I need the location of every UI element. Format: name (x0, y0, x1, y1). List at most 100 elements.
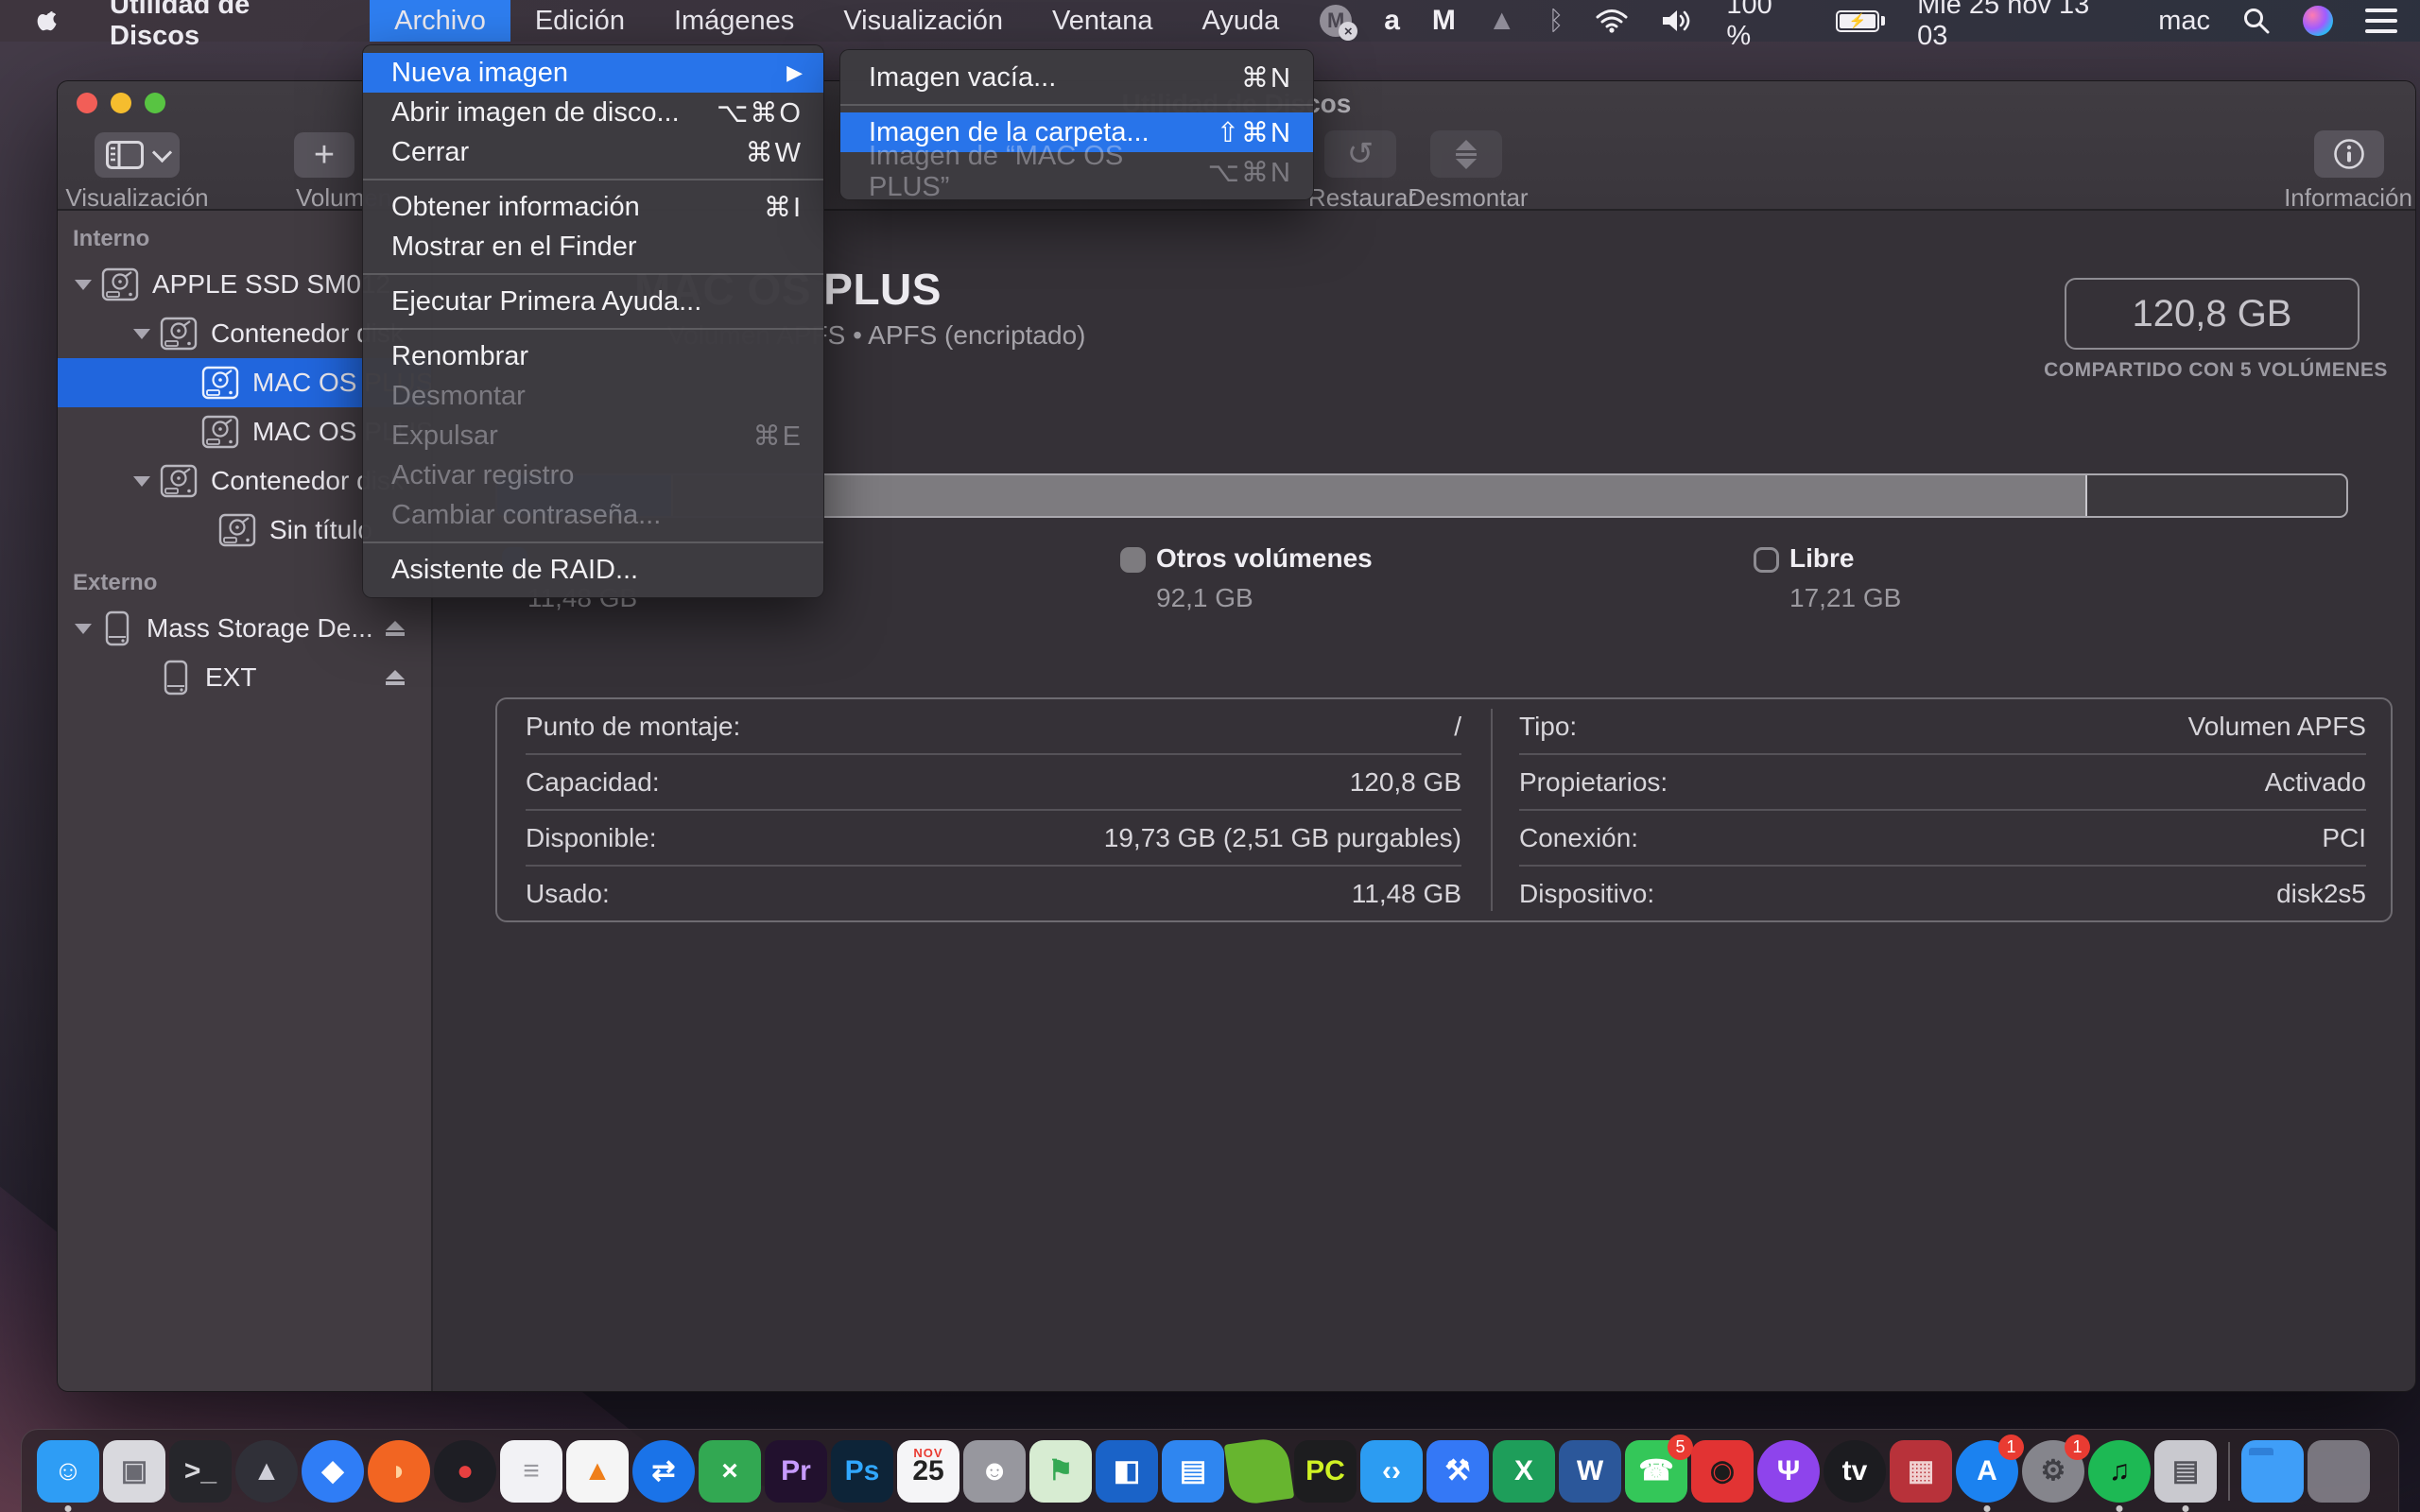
unmount-button[interactable] (1430, 130, 1502, 178)
archivo-item-mostrar-en-el-finder[interactable]: Mostrar en el Finder (363, 227, 823, 266)
archivo-item-asistente-de-raid[interactable]: Asistente de RAID... (363, 550, 823, 590)
opera-dark-icon[interactable]: ● (434, 1440, 496, 1503)
mountain-app-status-icon[interactable]: ▲ (1472, 0, 1532, 42)
archivo-item-nueva-imagen[interactable]: Nueva imagen▶ (363, 53, 823, 93)
close-window-button[interactable] (77, 93, 97, 113)
notes-icon[interactable]: ≡ (500, 1440, 562, 1503)
info-button[interactable] (2314, 130, 2384, 178)
legend-label: Otros volúmenes (1156, 543, 1373, 574)
archivo-item-abrir-imagen-de-disco[interactable]: Abrir imagen de disco...⌥⌘O (363, 93, 823, 132)
vinyl-record-app-icon[interactable]: ◉ (1691, 1440, 1754, 1503)
internal-disk-icon (101, 267, 139, 301)
maps-icon[interactable]: ⚑ (1029, 1440, 1092, 1503)
virtualbox-icon[interactable]: ◧ (1096, 1440, 1158, 1503)
notification-center[interactable] (2349, 0, 2420, 42)
minimize-window-button[interactable] (111, 93, 131, 113)
sidebar-item-mass-storage-de[interactable]: Mass Storage De... (58, 604, 431, 653)
preview-photo-icon[interactable]: ▣ (103, 1440, 165, 1503)
apple-tv-icon[interactable]: tv (1824, 1440, 1886, 1503)
menu-bar-app-name[interactable]: Utilidad de Discos (85, 0, 370, 42)
vscode-icon[interactable]: ‹› (1360, 1440, 1423, 1503)
eject-icon[interactable] (386, 621, 405, 636)
notification-badge: 1 (2065, 1435, 2090, 1460)
disclosure-triangle-icon[interactable] (75, 280, 92, 290)
calendar-icon[interactable]: 25NOV (897, 1440, 959, 1503)
sidebar-item-label: Mass Storage De... (147, 613, 373, 644)
internal-disk-icon (218, 513, 256, 547)
safari-icon[interactable]: ◆ (302, 1440, 364, 1503)
photoshop-icon[interactable]: Ps (831, 1440, 893, 1503)
menubar-menu-visualizacion[interactable]: Visualización (819, 0, 1028, 42)
search-status[interactable] (2226, 0, 2287, 42)
contacts-icon[interactable]: ☻ (963, 1440, 1026, 1503)
bluetooth-status[interactable]: ᛒ (1532, 0, 1581, 42)
zoom-window-button[interactable] (145, 93, 165, 113)
green-x-app-icon[interactable]: × (699, 1440, 761, 1503)
notification-badge: 5 (1668, 1435, 1693, 1460)
disk-drill-icon[interactable]: ▤ (2154, 1440, 2217, 1503)
user-menu[interactable]: mac (2142, 0, 2226, 42)
app-store-icon[interactable]: A1 (1956, 1440, 2018, 1503)
archivo-item-renombrar[interactable]: Renombrar (363, 336, 823, 376)
vlc-icon[interactable]: ▲ (566, 1440, 629, 1503)
excel-icon[interactable]: X (1493, 1440, 1555, 1503)
battery-percent-label[interactable]: 100 % (1710, 0, 1820, 42)
menubar-menu-archivo[interactable]: Archivo (370, 0, 510, 42)
menubar-menu-ventana[interactable]: Ventana (1028, 0, 1177, 42)
internal-disk-icon (160, 464, 198, 498)
details-row: Tipo:Volumen APFS (1519, 699, 2366, 755)
nueva-imagen-item-imagen-vacia[interactable]: Imagen vacía...⌘N (840, 58, 1313, 97)
shortcut-label: ⌘E (753, 420, 803, 453)
battery-status[interactable]: ⚡ (1820, 0, 1901, 42)
sidebar-layout-icon (106, 141, 144, 169)
system-preferences-icon[interactable]: ⚙1 (2022, 1440, 2084, 1503)
terminal-icon[interactable]: >_ (169, 1440, 232, 1503)
disclosure-triangle-icon[interactable] (75, 624, 92, 634)
archivo-item-cerrar[interactable]: Cerrar⌘W (363, 132, 823, 172)
podcasts-icon[interactable]: Ψ (1757, 1440, 1820, 1503)
apple-menu[interactable] (0, 0, 85, 42)
launchpad-rocket-icon[interactable]: ▲ (235, 1440, 298, 1503)
archivo-item-obtener-informacion[interactable]: Obtener información⌘I (363, 187, 823, 227)
archivo-dropdown-menu: Nueva imagen▶Abrir imagen de disco...⌥⌘O… (362, 44, 824, 598)
xcode-icon[interactable]: ⚒ (1426, 1440, 1489, 1503)
facetime-icon[interactable]: ☎5 (1625, 1440, 1687, 1503)
spotify-icon[interactable]: ♫ (2088, 1440, 2151, 1503)
disclosure-triangle-icon[interactable] (133, 329, 150, 339)
leaf-app-icon[interactable] (1224, 1435, 1295, 1506)
usage-segment-otros-volumenes (673, 475, 2087, 516)
premiere-pro-icon[interactable]: Pr (765, 1440, 827, 1503)
mountain-icon: ▲ (1488, 5, 1516, 37)
menubar-menu-ayuda[interactable]: Ayuda (1178, 0, 1305, 42)
volume-status[interactable] (1644, 0, 1710, 42)
menubar-menu-edicion[interactable]: Edición (510, 0, 649, 42)
word-icon[interactable]: W (1559, 1440, 1621, 1503)
teamviewer-icon[interactable]: ⇄ (632, 1440, 695, 1503)
malwarebytes-status-icon[interactable]: M (1416, 0, 1472, 42)
details-label: Disponible: (526, 823, 657, 853)
restore-button[interactable]: ↺ (1324, 130, 1396, 178)
add-volume-button[interactable]: + (294, 132, 354, 178)
siri-status[interactable] (2287, 0, 2349, 42)
details-label: Propietarios: (1519, 767, 1668, 798)
menubar-menu-imagenes[interactable]: Imágenes (649, 0, 819, 42)
eject-icon[interactable] (386, 670, 405, 685)
trash-icon[interactable] (2308, 1440, 2370, 1503)
sidebar-item-ext[interactable]: EXT (58, 653, 431, 702)
mute-m-status-icon[interactable]: M× (1304, 0, 1368, 42)
menu-bar-clock[interactable]: Mié 25 nov 13 03 (1901, 0, 2142, 42)
archivo-item-label: Expulsar (391, 421, 498, 452)
finder-icon[interactable]: ☺ (37, 1440, 99, 1503)
pycharm-icon[interactable]: PC (1294, 1440, 1357, 1503)
archivo-item-ejecutar-primera-ayuda[interactable]: Ejecutar Primera Ayuda... (363, 282, 823, 321)
avast-status-icon[interactable]: a (1368, 0, 1416, 42)
wifi-status[interactable] (1580, 0, 1644, 42)
details-row: Punto de montaje:/ (526, 699, 1461, 755)
view-button[interactable] (95, 132, 180, 178)
firefox-icon[interactable]: ◗ (368, 1440, 430, 1503)
shared-folder-icon[interactable]: ▤ (1162, 1440, 1224, 1503)
details-table: Punto de montaje:/Capacidad:120,8 GBDisp… (495, 697, 2393, 922)
photo-booth-icon[interactable]: ▦ (1890, 1440, 1952, 1503)
disclosure-triangle-icon[interactable] (133, 476, 150, 487)
downloads-stack-icon[interactable] (2241, 1440, 2304, 1503)
